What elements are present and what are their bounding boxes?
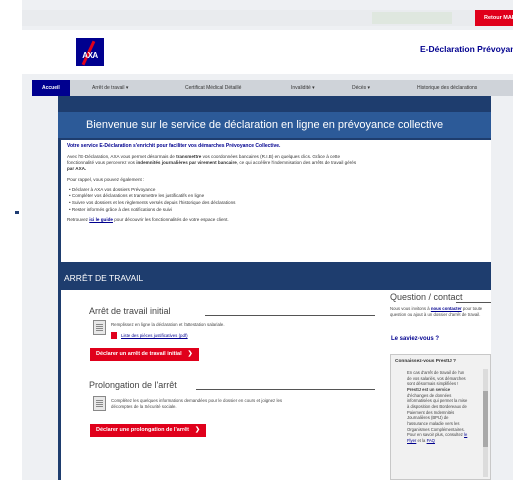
section-title: ARRÊT DE TRAVAIL [64, 273, 144, 283]
prestij-line: sont désormais simplifiées ! [407, 381, 459, 387]
prestij-line: PrestIJ est un service [407, 387, 451, 393]
top-bar-blank-field [372, 12, 452, 24]
declarer-prolongation-label: Déclarer une prolongation de l'arrêt [96, 427, 189, 433]
declarer-prolongation-button[interactable]: Déclarer une prolongation de l'arrêt ❯ [90, 424, 207, 437]
question-contact-text: Nous vous invitons à nous contacter pour… [390, 306, 482, 318]
prestij-last-a: Pour en savoir plus, consultez [407, 432, 465, 438]
pdf-link-wrapper: Liste des pièces justificatives (pdf) [121, 333, 188, 339]
prolongation-title: Prolongation de l'arrêt [89, 380, 177, 390]
intro-p1-line3: par AXA. [67, 166, 87, 172]
prestij-line: informatisées qui permet la mise [407, 398, 468, 404]
intro-guide-line: Retrouvez ici le guide pour découvrir le… [67, 217, 485, 223]
top-bar: Retour MAP [22, 10, 513, 26]
declarer-initial-label: Déclarer un arrêt de travail initial [96, 351, 182, 357]
prestij-and: et la [416, 438, 427, 444]
prestij-line: En cas d'arrêt de travail de l'un [407, 370, 465, 375]
app-title: E-Déclaration Prévoyance [420, 44, 513, 54]
site-header: AXA E-Déclaration Prévoyance [22, 30, 513, 74]
axa-logo[interactable]: AXA [76, 38, 104, 66]
pdf-icon [111, 332, 117, 339]
initial-title-rule [205, 315, 375, 316]
document-icon [93, 320, 106, 335]
prestij-body: En cas d'arrêt de travail de l'un de vos… [407, 370, 467, 444]
prestij-line: de vos salariés, vos démarches [407, 375, 466, 381]
pdf-link[interactable]: Liste des pièces justificatives (pdf) [121, 333, 188, 338]
prolongation-text-line1: Complétez les quelques informations dema… [111, 398, 283, 403]
initial-title: Arrêt de travail initial [89, 306, 171, 316]
page: Retour MAP AXA E-Déclaration Prévoyance … [0, 0, 513, 480]
prestij-line: l'assurance maladie vers les [407, 421, 460, 427]
qc-text-a: Nous vous invitons à [390, 306, 431, 311]
tab-historique[interactable]: Historique des déclarations [417, 80, 477, 96]
prolongation-text-line2: décomptes de la Sécurité sociale. [111, 403, 177, 409]
flyer-link[interactable]: Flyer [407, 438, 416, 443]
initial-text: Remplissez en ligne la déclaration et l'… [111, 322, 225, 327]
prestij-scrollbar-thumb[interactable] [483, 391, 488, 447]
tab-accueil[interactable]: Accueil [32, 80, 70, 96]
prestij-line: à disposition des Bordereaux de [407, 404, 467, 410]
intro-p1-line2-a: fonctionnalité vous percevrez vos [67, 160, 137, 166]
intro-panel: Votre service E-Déclaration s'enrichit p… [61, 140, 491, 262]
question-contact-title: Question / contact [390, 292, 463, 302]
intro-p1-c: vos coordonnées bancaires (R.I.B) en que… [201, 154, 340, 159]
tab-invalidite[interactable]: Invalidité ▾ [291, 80, 315, 96]
intro-bullet-list: Déclarer à AXA vos dossiers Prévoyance C… [69, 187, 485, 214]
prestij-scrollbar[interactable] [483, 369, 488, 477]
qc-text-line2: question ou ajout à un dossier d'arrêt d… [390, 311, 481, 317]
saviez-vous-title: Le saviez-vous ? [391, 336, 440, 342]
intro-paragraph-1: Avec l'E-Déclaration, AXA vous permet dé… [67, 154, 485, 173]
faq-link[interactable]: FAQ [427, 438, 435, 443]
prestij-le-link[interactable]: le [464, 432, 467, 437]
contact-link[interactable]: nous contacter [431, 306, 462, 311]
prestij-line: Journalières (BPIJ) de [407, 415, 449, 421]
chevron-right-icon: ❯ [195, 427, 201, 433]
guide-link[interactable]: ici le guide [89, 217, 113, 222]
intro-p1-b: transmettre [176, 154, 202, 159]
intro-bullet: Déclarer à AXA vos dossiers Prévoyance [69, 187, 485, 194]
welcome-banner: Bienvenue sur le service de déclaration … [58, 112, 491, 138]
tab-certificat-medical[interactable]: Certificat Médical Détaillé [185, 80, 241, 96]
retour-map-button[interactable]: Retour MAP [475, 10, 513, 26]
prolongation-text: Complétez les quelques informations dema… [111, 398, 282, 410]
intro-paragraph-2: Pour rappel, vous pouvez également : [67, 176, 145, 182]
intro-p1-line2-c: , ce qui accélère l'indemnisation des ar… [236, 160, 357, 166]
intro-lead: Votre service E-Déclaration s'enrichit p… [67, 143, 281, 149]
document-icon [93, 396, 106, 411]
axa-logo-text: AXA [82, 51, 98, 60]
tab-deces[interactable]: Décès ▾ [352, 80, 370, 96]
chevron-right-icon: ❯ [187, 351, 193, 357]
intro-bullet: Suivre vos dossiers et les règlements ve… [69, 200, 485, 207]
prestij-box: Connaissez-vous PrestIJ ? En cas d'arrêt… [390, 354, 491, 480]
qc-text-b: pour toute [461, 306, 483, 311]
intro-p1-a: Avec l'E-Déclaration, AXA vous permet dé… [67, 154, 177, 159]
prestij-line: Paiement des Indemnités [407, 409, 455, 415]
guide-text-a: Retrouvez [67, 217, 90, 223]
prestij-title: Connaissez-vous PrestIJ ? [395, 359, 457, 364]
declarer-initial-button[interactable]: Déclarer un arrêt de travail initial ❯ [90, 348, 199, 361]
question-contact-rule [456, 302, 491, 303]
prestij-line: d'échanges de données [407, 392, 452, 398]
prolongation-title-rule [196, 389, 375, 390]
left-edge [0, 0, 22, 480]
prestij-line: Organismes Complémentaires. [407, 426, 465, 432]
intro-bullet: Rester informés grâce à des notification… [69, 207, 485, 214]
main-nav: Accueil Arrêt de travail ▾ Certificat Mé… [32, 80, 513, 96]
edge-marker [15, 211, 19, 214]
intro-p1-line2-b: indemnités journalières par virement ban… [136, 160, 237, 166]
guide-text-b: pour découvrir les fonctionnalités de vo… [112, 217, 229, 223]
tab-arret-de-travail[interactable]: Arrêt de travail ▾ [92, 80, 128, 96]
intro-bullet: Compléter vos déclarations et transmettr… [69, 193, 485, 200]
